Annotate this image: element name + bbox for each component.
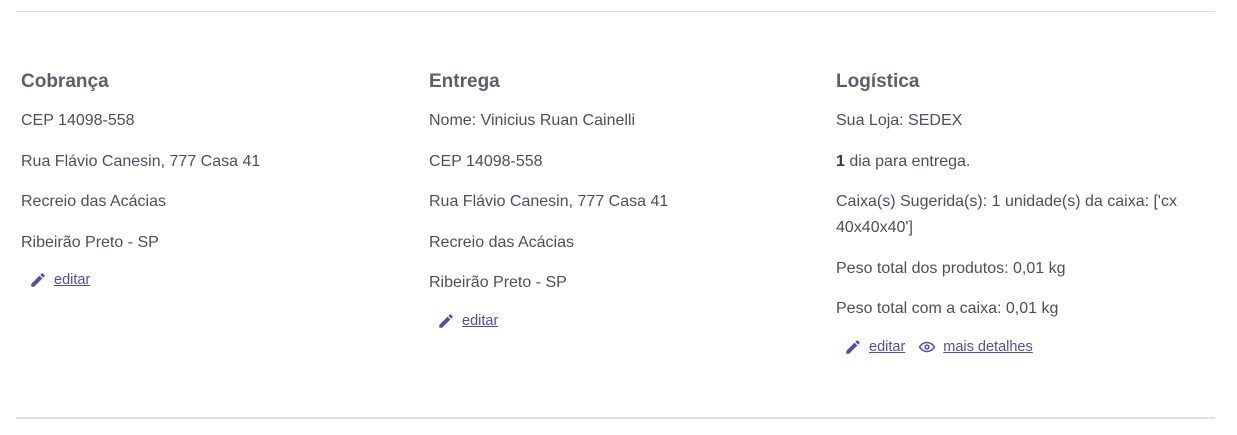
logistics-box-weight: Peso total com a caixa: 0,01 kg <box>836 300 1059 317</box>
billing-edit-link[interactable]: editar <box>29 271 90 289</box>
delivery-name: Nome: Vinicius Ruan Cainelli <box>429 112 636 129</box>
billing-cep: CEP 14098-558 <box>21 112 135 129</box>
logistics-edit-link[interactable]: editar <box>844 338 905 356</box>
delivery-days-text: dia para entrega. <box>844 152 971 170</box>
logistics-title: Logística <box>836 71 920 92</box>
delivery-edit-link[interactable]: editar <box>437 312 498 330</box>
pencil-icon <box>437 312 455 330</box>
delivery-city: Ribeirão Preto - SP <box>429 274 567 291</box>
billing-neighborhood: Recreio das Acácias <box>21 193 166 210</box>
logistics-edit-label: editar <box>869 338 906 355</box>
billing-section: Cobrança CEP 14098-558 Rua Flávio Canesi… <box>21 68 401 290</box>
delivery-section: Entrega Nome: Vinicius Ruan Cainelli CEP… <box>429 68 809 331</box>
more-details-link[interactable]: mais detalhes <box>917 338 1033 356</box>
delivery-title: Entrega <box>429 71 500 92</box>
delivery-edit-label: editar <box>462 312 499 329</box>
logistics-suggested-box: Caixa(s) Sugerida(s): 1 unidade(s) da ca… <box>836 193 1177 236</box>
delivery-street: Rua Flávio Canesin, 777 Casa 41 <box>429 193 669 210</box>
billing-title: Cobrança <box>21 71 109 92</box>
top-divider <box>16 11 1215 12</box>
bottom-divider <box>16 417 1215 419</box>
logistics-section: Logística Sua Loja: SEDEX 1 dia para ent… <box>836 68 1206 357</box>
billing-city: Ribeirão Preto - SP <box>21 233 159 251</box>
logistics-product-weight: Peso total dos produtos: 0,01 kg <box>836 259 1066 277</box>
delivery-neighborhood: Recreio das Acácias <box>429 233 574 251</box>
eye-icon <box>917 338 937 356</box>
delivery-days-count: 1 <box>836 152 845 170</box>
billing-edit-label: editar <box>54 272 91 288</box>
logistics-delivery-days: 1 dia para entrega. <box>836 149 1206 175</box>
more-details-label: mais detalhes <box>943 338 1033 355</box>
pencil-icon <box>29 271 47 289</box>
billing-street: Rua Flávio Canesin, 777 Casa 41 <box>21 152 261 170</box>
logistics-store: Sua Loja: SEDEX <box>836 112 963 129</box>
delivery-cep: CEP 14098-558 <box>429 152 543 170</box>
pencil-icon <box>844 338 862 356</box>
